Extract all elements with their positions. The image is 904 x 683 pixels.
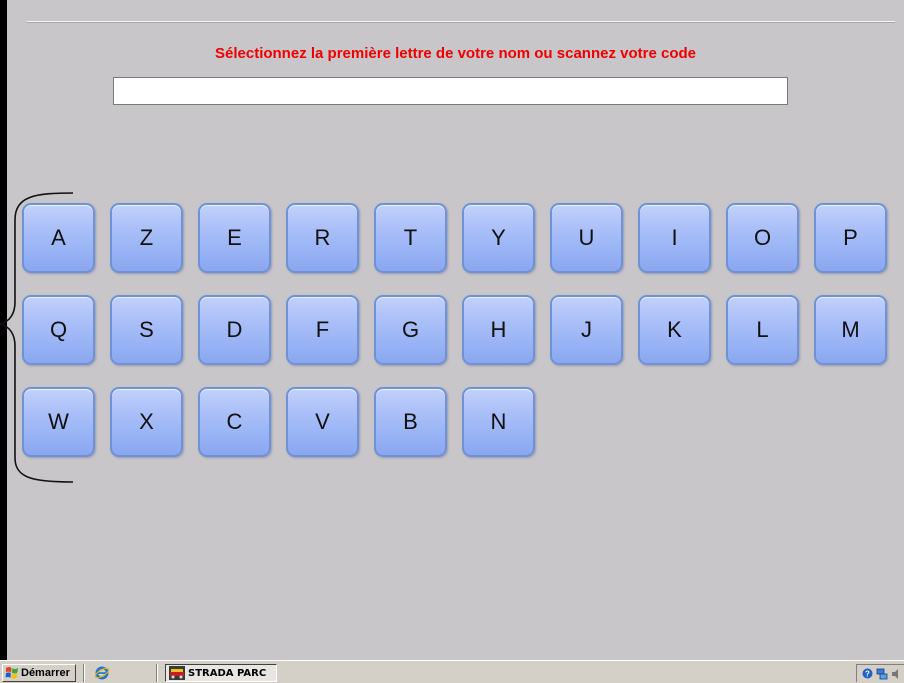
start-button[interactable]: Démarrer — [2, 664, 76, 682]
internet-explorer-icon[interactable] — [94, 665, 110, 681]
key-g[interactable]: G — [374, 295, 447, 365]
key-r[interactable]: R — [286, 203, 359, 273]
strada-parc-app-icon — [169, 666, 185, 680]
taskbar: Démarrer STRADA PARC ? — [0, 660, 904, 683]
key-e[interactable]: E — [198, 203, 271, 273]
key-v[interactable]: V — [286, 387, 359, 457]
speaker-icon[interactable] — [891, 668, 901, 680]
svg-text:?: ? — [865, 670, 870, 679]
key-q[interactable]: Q — [22, 295, 95, 365]
key-d[interactable]: D — [198, 295, 271, 365]
key-k[interactable]: K — [638, 295, 711, 365]
key-o[interactable]: O — [726, 203, 799, 273]
system-tray: ? — [856, 664, 904, 682]
key-a[interactable]: A — [22, 203, 95, 273]
code-input[interactable] — [113, 77, 788, 105]
key-m[interactable]: M — [814, 295, 887, 365]
key-i[interactable]: I — [638, 203, 711, 273]
desktop-screen: Sélectionnez la première lettre de votre… — [0, 0, 904, 683]
key-z[interactable]: Z — [110, 203, 183, 273]
key-p[interactable]: P — [814, 203, 887, 273]
key-y[interactable]: Y — [462, 203, 535, 273]
key-b[interactable]: B — [374, 387, 447, 457]
top-divider — [27, 21, 895, 23]
key-h[interactable]: H — [462, 295, 535, 365]
page-title: Sélectionnez la première lettre de votre… — [215, 45, 696, 62]
network-icon[interactable] — [876, 668, 888, 680]
taskbar-separator — [83, 664, 85, 682]
key-n[interactable]: N — [462, 387, 535, 457]
key-x[interactable]: X — [110, 387, 183, 457]
help-icon[interactable]: ? — [862, 668, 873, 679]
taskbar-item-label: STRADA PARC — [188, 667, 267, 679]
taskbar-item-strada-parc[interactable]: STRADA PARC — [165, 664, 277, 682]
key-l[interactable]: L — [726, 295, 799, 365]
taskbar-separator — [156, 664, 158, 682]
windows-flag-icon — [5, 667, 18, 679]
key-f[interactable]: F — [286, 295, 359, 365]
key-j[interactable]: J — [550, 295, 623, 365]
key-t[interactable]: T — [374, 203, 447, 273]
app-window: Sélectionnez la première lettre de votre… — [0, 0, 904, 660]
key-w[interactable]: W — [22, 387, 95, 457]
key-s[interactable]: S — [110, 295, 183, 365]
key-c[interactable]: C — [198, 387, 271, 457]
start-label: Démarrer — [21, 667, 70, 679]
key-u[interactable]: U — [550, 203, 623, 273]
